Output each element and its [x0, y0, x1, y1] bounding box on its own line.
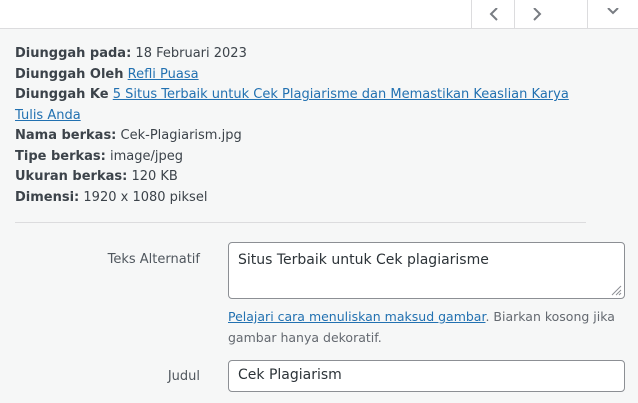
- file-size-label: Ukuran berkas:: [15, 169, 128, 184]
- close-icon: [607, 7, 619, 14]
- alt-text-textarea[interactable]: Situs Terbaik untuk Cek plagiarisme: [228, 242, 625, 299]
- uploaded-on-row: Diunggah pada: 18 Februari 2023: [15, 44, 575, 65]
- alt-text-help: Pelajari cara menuliskan maksud gambar. …: [228, 307, 618, 348]
- alt-text-label: Teks Alternatif: [107, 252, 200, 267]
- chevron-left-icon: [489, 7, 498, 21]
- file-name-label: Nama berkas:: [15, 128, 117, 143]
- file-type-value: image/jpeg: [110, 148, 184, 164]
- alt-text-help-link[interactable]: Pelajari cara menuliskan maksud gambar: [228, 309, 485, 324]
- alt-text-value: Situs Terbaik untuk Cek plagiarisme: [238, 252, 489, 268]
- resize-grip-icon[interactable]: [611, 285, 622, 296]
- title-value: Cek Plagiarism: [238, 367, 342, 383]
- file-size-row: Ukuran berkas: 120 KB: [15, 167, 575, 188]
- file-type-label: Tipe berkas:: [15, 148, 106, 164]
- uploaded-on-label: Diunggah pada:: [15, 46, 132, 61]
- file-name-value: Cek-Plagiarism.jpg: [120, 128, 242, 143]
- modal-header: [0, 0, 638, 29]
- file-type-row: Tipe berkas: image/jpeg: [15, 147, 575, 168]
- dimensions-value: 1920 x 1080 piksel: [83, 189, 208, 205]
- previous-button[interactable]: [471, 0, 515, 29]
- uploaded-to-label: Diunggah Ke: [15, 87, 109, 102]
- file-size-value: 120 KB: [131, 169, 178, 184]
- attachment-details: Diunggah pada: 18 Februari 2023 Diunggah…: [15, 44, 575, 208]
- uploaded-by-label: Diunggah Oleh: [15, 66, 124, 82]
- divider: [15, 222, 586, 223]
- file-name-row: Nama berkas: Cek-Plagiarism.jpg: [15, 126, 575, 147]
- chevron-right-icon: [532, 7, 541, 21]
- close-button[interactable]: [587, 0, 638, 29]
- title-label: Judul: [167, 369, 200, 384]
- dimensions-row: Dimensi: 1920 x 1080 piksel: [15, 188, 575, 209]
- next-button[interactable]: [514, 0, 558, 29]
- title-input[interactable]: Cek Plagiarism: [228, 360, 625, 392]
- uploaded-on-value: 18 Februari 2023: [135, 46, 247, 61]
- dimensions-label: Dimensi:: [15, 189, 80, 205]
- uploaded-by-link[interactable]: Refli Puasa: [128, 67, 199, 82]
- uploaded-to-row: Diunggah Ke 5 Situs Terbaik untuk Cek Pl…: [15, 85, 575, 126]
- uploaded-by-row: Diunggah Oleh Refli Puasa: [15, 65, 575, 86]
